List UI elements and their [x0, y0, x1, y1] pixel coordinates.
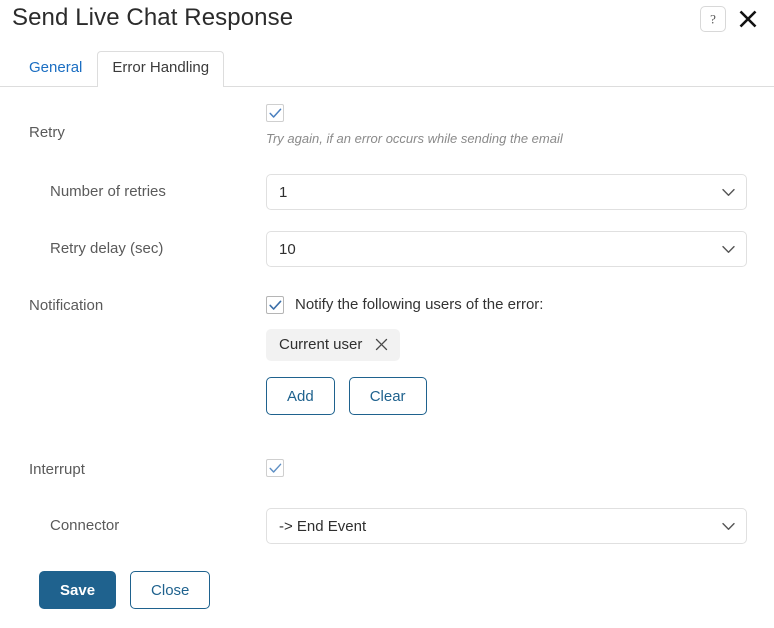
- close-dialog-button[interactable]: [734, 5, 762, 33]
- interrupt-label: Interrupt: [29, 461, 85, 478]
- footer-button-row: Save Close: [39, 571, 774, 609]
- notification-chip-list: Current user: [266, 329, 774, 361]
- notification-checkbox[interactable]: [266, 296, 284, 314]
- retry-delay-select[interactable]: 10: [266, 231, 747, 267]
- interrupt-row: Interrupt: [0, 459, 774, 489]
- notification-label: Notification: [29, 297, 104, 314]
- retry-checkbox[interactable]: [266, 104, 284, 122]
- help-button[interactable]: ?: [700, 6, 726, 32]
- close-icon: [737, 8, 759, 30]
- chip-label: Current user: [279, 336, 363, 353]
- form-area: Retry Try again, if an error occurs whil…: [0, 87, 774, 609]
- notification-button-row: Add Clear: [266, 377, 774, 415]
- number-of-retries-row: Number of retries 1: [0, 174, 774, 210]
- retry-label: Retry: [29, 124, 65, 141]
- clear-users-button[interactable]: Clear: [348, 377, 427, 415]
- close-button[interactable]: Close: [130, 571, 211, 609]
- number-of-retries-select[interactable]: 1: [266, 174, 747, 210]
- number-of-retries-select-wrap: 1: [266, 174, 747, 210]
- retry-delay-row: Retry delay (sec) 10: [0, 231, 774, 267]
- interrupt-checkbox[interactable]: [266, 459, 284, 477]
- dialog-title: Send Live Chat Response: [12, 4, 294, 31]
- retry-delay-select-wrap: 10: [266, 231, 747, 267]
- retry-delay-label: Retry delay (sec): [50, 240, 164, 257]
- dialog-header: Send Live Chat Response ?: [0, 0, 774, 46]
- save-button[interactable]: Save: [39, 571, 117, 609]
- svg-text:?: ?: [710, 12, 716, 27]
- dialog-footer: Save Close: [39, 571, 774, 609]
- header-actions: ?: [700, 5, 762, 33]
- notification-row: Notification Notify the following users …: [0, 295, 774, 415]
- notification-caption: Notify the following users of the error:: [295, 296, 544, 313]
- retry-row: Retry Try again, if an error occurs whil…: [0, 104, 774, 147]
- notification-check-line: Notify the following users of the error:: [266, 295, 774, 315]
- question-mark-icon: ?: [706, 11, 720, 27]
- tab-strip: General Error Handling: [14, 51, 774, 87]
- connector-label: Connector: [50, 517, 120, 534]
- tab-general[interactable]: General: [14, 51, 97, 86]
- connector-row: Connector -> End Event: [0, 508, 774, 544]
- add-user-button[interactable]: Add: [266, 377, 335, 415]
- number-of-retries-label: Number of retries: [50, 183, 166, 200]
- tab-error-handling[interactable]: Error Handling: [97, 51, 225, 87]
- connector-select[interactable]: -> End Event: [266, 508, 747, 544]
- chip-remove-icon[interactable]: [374, 338, 388, 352]
- tab-bar: General Error Handling: [0, 51, 774, 87]
- connector-select-wrap: -> End Event: [266, 508, 747, 544]
- retry-hint: Try again, if an error occurs while send…: [266, 131, 563, 147]
- notification-chip-current-user[interactable]: Current user: [266, 329, 401, 361]
